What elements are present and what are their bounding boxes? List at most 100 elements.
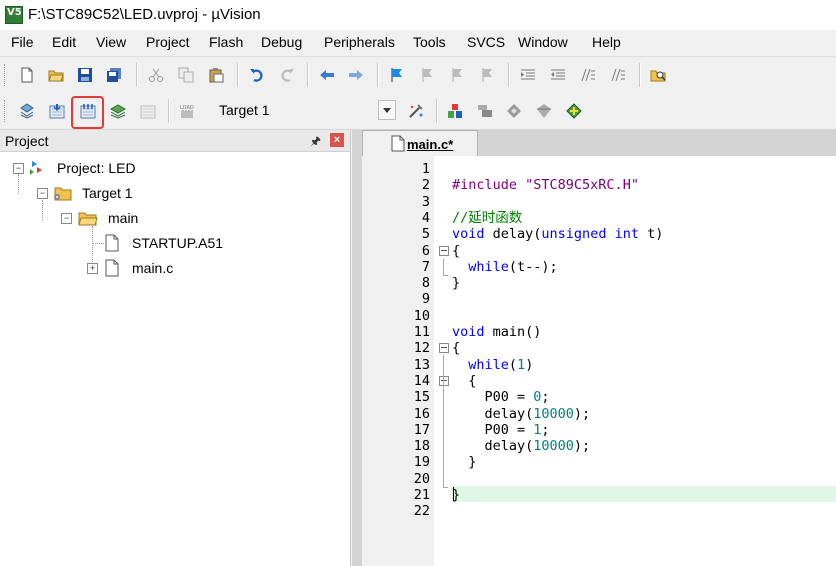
code-line[interactable]: 2 #include "STC89C5xRC.H": [362, 177, 836, 193]
code-line[interactable]: 5 void delay(unsigned int t): [362, 226, 836, 242]
pin-icon[interactable]: 🖈: [310, 132, 321, 153]
code-line[interactable]: 4 //延时函数: [362, 210, 836, 226]
stop-build-button[interactable]: [137, 100, 159, 122]
project-panel-header: Project 🖈 ×: [0, 130, 350, 152]
code-line[interactable]: 11 void main(): [362, 324, 836, 340]
next-bookmark-button[interactable]: [446, 64, 468, 86]
bookmark-button[interactable]: [386, 64, 408, 86]
code-line[interactable]: 14 {: [362, 373, 836, 389]
menu-project[interactable]: Project: [146, 34, 190, 50]
menu-view[interactable]: View: [96, 34, 126, 50]
collapse-icon[interactable]: −: [13, 163, 24, 174]
find-in-files-button[interactable]: [647, 64, 669, 86]
target-select[interactable]: Target 1: [210, 98, 398, 124]
comment-icon: [581, 68, 595, 82]
code-text: #include "STC89C5xRC.H": [452, 177, 639, 194]
line-number: 2: [421, 177, 430, 194]
code-line[interactable]: 22: [362, 503, 836, 519]
select-pack-button[interactable]: [474, 100, 496, 122]
menu-peripherals[interactable]: Peripherals: [324, 34, 395, 50]
code-line[interactable]: 8}: [362, 275, 836, 291]
code-text: while(t--);: [468, 258, 558, 275]
translate-button[interactable]: [16, 100, 38, 122]
paste-icon: [209, 68, 224, 83]
manage-project-items-button[interactable]: [533, 100, 555, 122]
undo-button[interactable]: [246, 64, 268, 86]
tree-item-target[interactable]: − Target 1: [34, 183, 334, 203]
code-line[interactable]: 1: [362, 161, 836, 177]
code-line[interactable]: 10: [362, 308, 836, 324]
menu-edit[interactable]: Edit: [52, 34, 76, 50]
unindent-button[interactable]: [547, 64, 569, 86]
tree-item-file[interactable]: + main.c: [86, 258, 326, 278]
menu-tools[interactable]: Tools: [413, 34, 446, 50]
close-icon[interactable]: ×: [330, 133, 344, 147]
save-all-button[interactable]: [103, 64, 125, 86]
collapse-icon[interactable]: −: [61, 213, 72, 224]
tree-item-file[interactable]: STARTUP.A51: [104, 233, 324, 253]
nav-back-icon: [320, 70, 334, 80]
file-icon: [105, 234, 119, 252]
save-button[interactable]: [74, 64, 96, 86]
code-line[interactable]: 12 {: [362, 340, 836, 356]
target-dropdown-button[interactable]: [378, 100, 396, 120]
nav-forward-button[interactable]: [345, 64, 367, 86]
code-line[interactable]: 20: [362, 471, 836, 487]
collapse-icon[interactable]: −: [37, 188, 48, 199]
open-button[interactable]: [45, 64, 67, 86]
menu-help[interactable]: Help: [592, 34, 621, 50]
expand-icon[interactable]: +: [87, 263, 98, 274]
tree-item-project[interactable]: − Project: LED: [10, 158, 340, 178]
menu-window[interactable]: Window: [518, 34, 568, 50]
window-title: F:\STC89C52\LED.uvproj - µVision: [28, 6, 261, 23]
nav-back-button[interactable]: [316, 64, 338, 86]
clear-bookmarks-button[interactable]: [476, 64, 498, 86]
code-line[interactable]: 16 delay(10000);: [362, 406, 836, 422]
code-line[interactable]: 3: [362, 194, 836, 210]
build-button[interactable]: [46, 100, 68, 122]
copy-button[interactable]: [175, 64, 197, 86]
line-number: 4: [421, 209, 430, 226]
download-button[interactable]: LOAD: [176, 100, 198, 122]
fold-collapse-icon[interactable]: [439, 375, 449, 386]
redo-button[interactable]: [276, 64, 298, 86]
code-text: P00 = 0;: [452, 389, 550, 406]
prev-bookmark-button[interactable]: [416, 64, 438, 86]
code-line[interactable]: 6{: [362, 243, 836, 259]
rte-config-button[interactable]: [563, 100, 585, 122]
tree-connector: [42, 200, 43, 220]
cut-icon: [149, 68, 163, 82]
fold-collapse-icon[interactable]: [439, 245, 449, 256]
code-line[interactable]: 7 while(t--);: [362, 259, 836, 275]
toolbar-grip[interactable]: [4, 64, 8, 86]
menu-flash[interactable]: Flash: [209, 34, 243, 50]
tab-main-c[interactable]: main.c*: [362, 130, 478, 156]
toolbar-grip[interactable]: [4, 100, 8, 122]
indent-button[interactable]: [517, 64, 539, 86]
cut-button[interactable]: [145, 64, 167, 86]
paste-button[interactable]: [205, 64, 227, 86]
manage-components-button[interactable]: [444, 100, 466, 122]
build-toolbar: LOAD Target 1: [0, 93, 836, 130]
code-line[interactable]: 18 delay(10000);: [362, 438, 836, 454]
project-icon: [30, 161, 42, 175]
code-line[interactable]: 9: [362, 291, 836, 307]
menu-svcs[interactable]: SVCS: [467, 34, 505, 50]
code-line[interactable]: 15 P00 = 0;: [362, 389, 836, 405]
comment-button[interactable]: [577, 64, 599, 86]
target-options-button[interactable]: [405, 100, 427, 122]
menu-debug[interactable]: Debug: [261, 34, 302, 50]
run-environment-button[interactable]: [503, 100, 525, 122]
code-line[interactable]: 19 }: [362, 454, 836, 470]
file-toolbar: [0, 57, 836, 94]
tree-item-group-main[interactable]: − main: [58, 208, 338, 228]
code-line[interactable]: 21}: [362, 487, 836, 503]
code-editor[interactable]: 1 2 #include "STC89C5xRC.H" 3 4 //延时函数 5 void d…: [362, 156, 836, 566]
new-file-button[interactable]: [16, 64, 38, 86]
batch-build-button[interactable]: [107, 100, 129, 122]
fold-collapse-icon[interactable]: [439, 343, 449, 354]
menu-file[interactable]: File: [11, 34, 34, 50]
uncomment-button[interactable]: [607, 64, 629, 86]
code-line[interactable]: 13 while(1): [362, 357, 836, 373]
code-line[interactable]: 17 P00 = 1;: [362, 422, 836, 438]
